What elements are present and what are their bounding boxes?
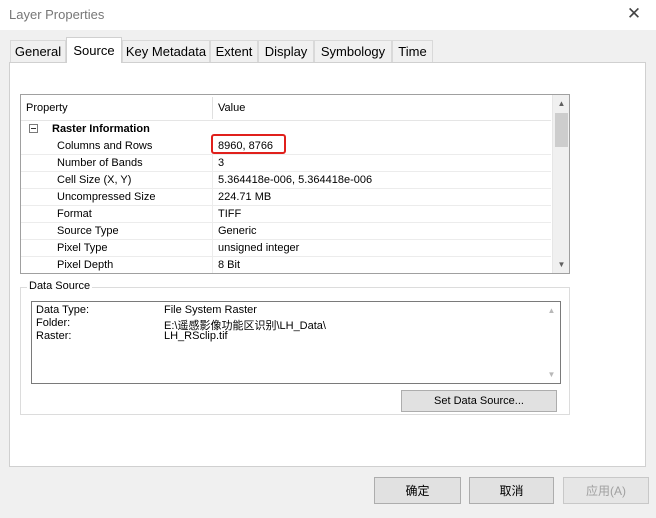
ds-key: Raster: bbox=[36, 330, 72, 342]
collapse-icon[interactable] bbox=[29, 124, 38, 133]
row-value: 224.71 MB bbox=[218, 191, 272, 203]
data-source-group: Data Source Data Type: File System Raste… bbox=[20, 280, 570, 415]
section-title: Raster Information bbox=[52, 123, 150, 135]
close-icon[interactable]: ✕ bbox=[612, 0, 656, 28]
ds-key: Data Type: bbox=[36, 304, 89, 316]
section-raster-information[interactable]: Raster Information bbox=[21, 121, 551, 138]
window-title: Layer Properties bbox=[9, 7, 105, 22]
row-label: Source Type bbox=[57, 225, 119, 237]
row-label: Pixel Type bbox=[57, 242, 108, 254]
tab-source[interactable]: Source bbox=[66, 37, 122, 63]
table-row[interactable]: Format TIFF bbox=[21, 206, 551, 223]
row-divider bbox=[212, 240, 213, 257]
tab-key-metadata[interactable]: Key Metadata bbox=[122, 40, 210, 62]
row-value: TIFF bbox=[218, 208, 242, 220]
row-label: Format bbox=[57, 208, 92, 220]
row-label: Cell Size (X, Y) bbox=[57, 174, 132, 186]
highlight-box bbox=[211, 134, 286, 154]
row-value: 3 bbox=[218, 157, 225, 169]
data-source-legend: Data Source bbox=[27, 280, 93, 292]
table-row[interactable]: Columns and Rows 8960, 8766 bbox=[21, 138, 551, 155]
scroll-down-icon[interactable]: ▼ bbox=[553, 256, 569, 273]
table-row[interactable]: Pixel Type unsigned integer bbox=[21, 240, 551, 257]
row-value: 8 Bit bbox=[218, 259, 241, 271]
ds-value: File System Raster bbox=[164, 304, 257, 316]
scroll-down-icon[interactable]: ▼ bbox=[543, 366, 560, 383]
ds-value: LH_RSclip.tif bbox=[164, 330, 228, 342]
ok-button[interactable]: 确定 bbox=[374, 477, 461, 504]
tab-extent[interactable]: Extent bbox=[210, 40, 258, 62]
row-divider bbox=[212, 189, 213, 206]
row-divider bbox=[212, 155, 213, 172]
header-property: Property bbox=[26, 102, 68, 114]
scroll-up-icon[interactable]: ▲ bbox=[553, 95, 569, 112]
row-value: unsigned integer bbox=[218, 242, 300, 254]
header-divider[interactable] bbox=[212, 97, 213, 119]
title-bar: Layer Properties ✕ bbox=[0, 0, 656, 30]
tab-symbology[interactable]: Symbology bbox=[314, 40, 392, 62]
ds-key: Folder: bbox=[36, 317, 71, 329]
row-value: Generic bbox=[218, 225, 257, 237]
row-label: Uncompressed Size bbox=[57, 191, 156, 203]
table-row[interactable]: Cell Size (X, Y) 5.364418e-006, 5.364418… bbox=[21, 172, 551, 189]
cancel-button[interactable]: 取消 bbox=[469, 477, 554, 504]
row-value: 5.364418e-006, 5.364418e-006 bbox=[218, 174, 373, 186]
set-data-source-button[interactable]: Set Data Source... bbox=[401, 390, 557, 412]
property-grid[interactable]: Property Value Raster Information Column… bbox=[20, 94, 570, 274]
row-divider bbox=[212, 223, 213, 240]
data-source-scrollbar[interactable]: ▲ ▼ bbox=[543, 302, 560, 383]
grid-header: Property Value bbox=[21, 95, 551, 121]
scroll-thumb[interactable] bbox=[555, 113, 568, 147]
table-row[interactable]: Number of Bands 3 bbox=[21, 155, 551, 172]
table-row[interactable]: Pixel Depth 8 Bit bbox=[21, 257, 551, 273]
table-row[interactable]: Source Type Generic bbox=[21, 223, 551, 240]
header-value: Value bbox=[218, 102, 246, 114]
row-label: Number of Bands bbox=[57, 157, 143, 169]
row-divider bbox=[212, 257, 213, 273]
scroll-up-icon[interactable]: ▲ bbox=[543, 302, 560, 319]
table-row[interactable]: Uncompressed Size 224.71 MB bbox=[21, 189, 551, 206]
tab-display[interactable]: Display bbox=[258, 40, 314, 62]
row-divider bbox=[212, 172, 213, 189]
tab-time[interactable]: Time bbox=[392, 40, 433, 62]
row-label: Pixel Depth bbox=[57, 259, 114, 271]
row-label: Columns and Rows bbox=[57, 140, 153, 152]
tab-general[interactable]: General bbox=[10, 40, 66, 62]
apply-button[interactable]: 应用(A) bbox=[563, 477, 649, 504]
data-source-textbox[interactable]: Data Type: File System Raster Folder: E:… bbox=[31, 301, 561, 384]
row-divider bbox=[212, 206, 213, 223]
grid-scrollbar[interactable]: ▲ ▼ bbox=[552, 95, 569, 273]
source-tab-panel: Property Value Raster Information Column… bbox=[9, 62, 646, 467]
